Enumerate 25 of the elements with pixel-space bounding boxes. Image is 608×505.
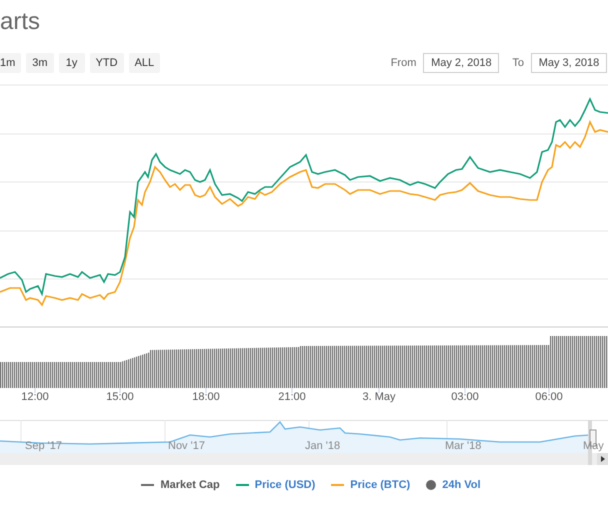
navigator-label: Jan '18 xyxy=(305,440,340,452)
range-button[interactable]: ALL xyxy=(128,53,160,73)
from-date-field[interactable]: May 2, 2018 xyxy=(423,53,500,73)
legend-item[interactable]: 24h Vol xyxy=(426,479,481,491)
page-title: arts xyxy=(0,7,42,37)
navigator-label: Mar '18 xyxy=(445,440,482,452)
axis-label: 18:00 xyxy=(192,391,220,403)
legend-item[interactable]: Market Cap xyxy=(141,479,220,491)
axis-label: 21:00 xyxy=(278,391,306,403)
axis-label: 03:00 xyxy=(451,391,479,403)
range-button[interactable]: 1y xyxy=(58,53,85,73)
legend-item[interactable]: Price (USD) xyxy=(236,479,316,491)
navigator-label: Nov '17 xyxy=(168,440,205,452)
axis-label: 3. May xyxy=(362,391,396,403)
to-date-field[interactable]: May 3, 2018 xyxy=(531,53,607,73)
range-button[interactable]: YTD xyxy=(90,53,124,73)
legend-item[interactable]: Price (BTC) xyxy=(331,479,410,491)
axis-label: 12:00 xyxy=(21,391,49,403)
range-button[interactable]: 3m xyxy=(26,53,54,73)
from-label: From xyxy=(390,57,416,69)
range-button[interactable]: 1m xyxy=(0,53,22,73)
axis-label: 06:00 xyxy=(535,391,563,403)
to-label: To xyxy=(512,57,524,69)
navigator-label: May xyxy=(583,440,604,452)
axis-label: 15:00 xyxy=(106,391,134,403)
